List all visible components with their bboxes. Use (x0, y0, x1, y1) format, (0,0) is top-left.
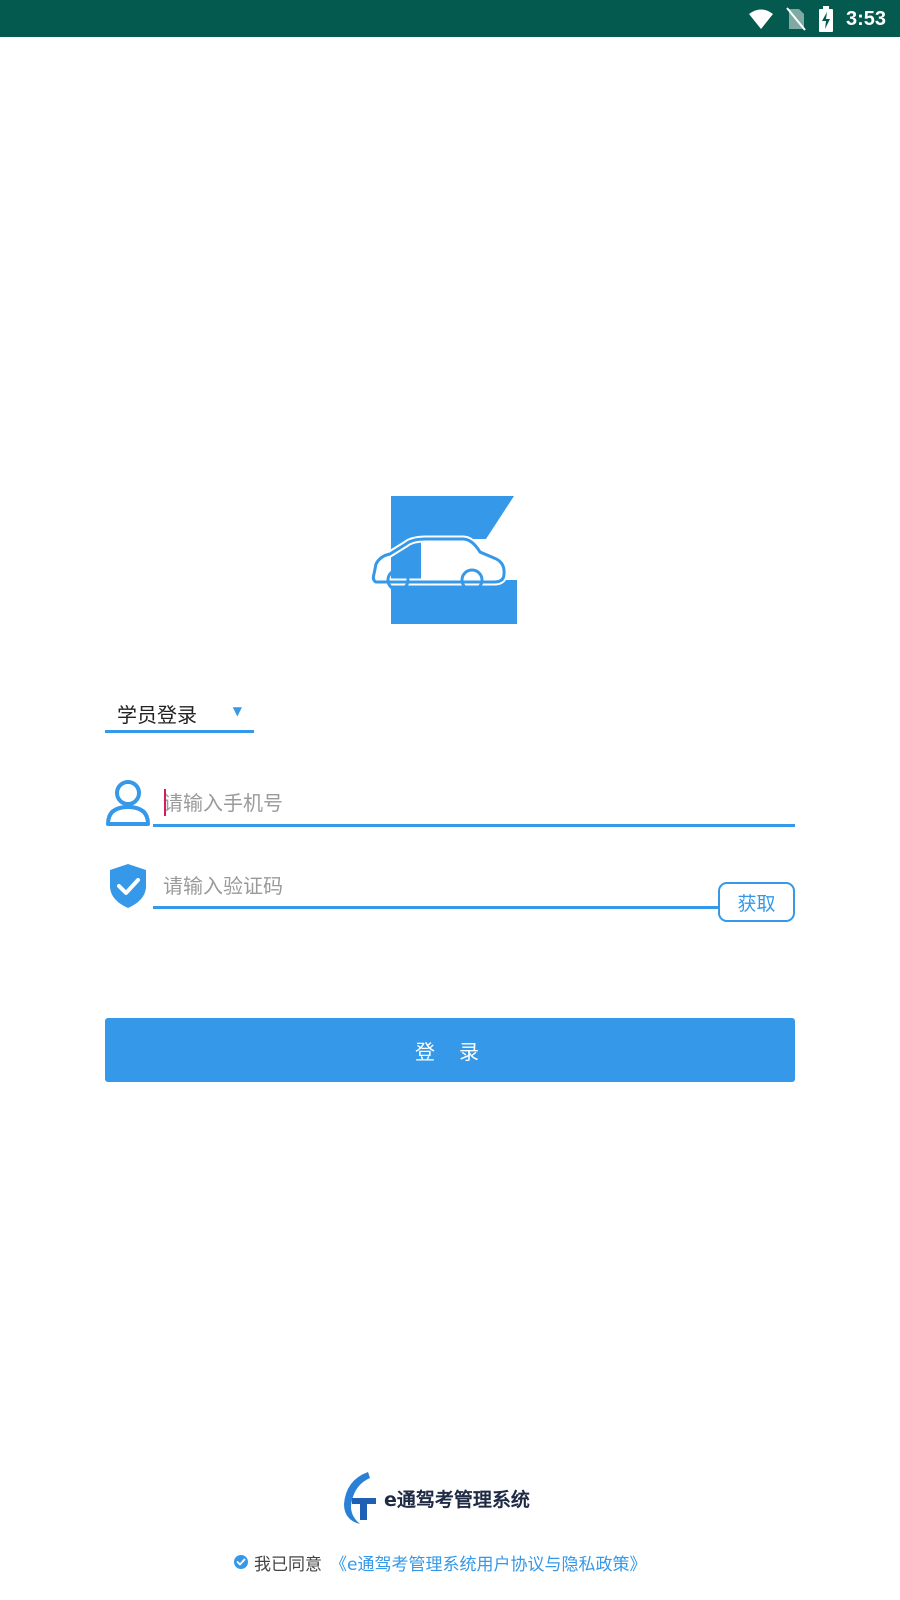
user-icon (106, 780, 150, 826)
verification-code-input[interactable] (163, 866, 683, 906)
et-brand-logo-icon (344, 1472, 376, 1524)
wifi-icon (748, 9, 773, 29)
role-select[interactable]: 学员登录 ▼ (105, 697, 254, 733)
agreement-link[interactable]: 《e通驾考管理系统用户协议与隐私政策》 (330, 1550, 646, 1575)
e-car-logo-icon (369, 496, 517, 624)
status-icons: 3:53 (748, 4, 886, 34)
get-code-button[interactable]: 获取 (718, 882, 795, 922)
brand: e通驾考管理系统 (340, 1470, 530, 1526)
agreement-text: 我已同意 (254, 1554, 322, 1575)
status-bar: 3:53 (0, 0, 900, 37)
code-input-underline (153, 906, 795, 909)
brand-name: e通驾考管理系统 (384, 1488, 530, 1511)
agreement-checkbox-icon[interactable] (234, 1555, 248, 1569)
agreement: 我已同意 《e通驾考管理系统用户协议与隐私政策》 (234, 1550, 646, 1575)
role-select-value: 学员登录 (117, 703, 197, 727)
battery-charging-icon (818, 6, 833, 32)
shield-check-icon (110, 864, 146, 908)
no-sim-icon (786, 7, 806, 31)
phone-input[interactable] (163, 783, 683, 823)
status-time: 3:53 (845, 7, 886, 30)
chevron-down-icon: ▼ (232, 704, 242, 718)
login-button[interactable]: 登录 (105, 1018, 795, 1082)
phone-input-underline (153, 824, 795, 827)
text-cursor (164, 789, 166, 816)
